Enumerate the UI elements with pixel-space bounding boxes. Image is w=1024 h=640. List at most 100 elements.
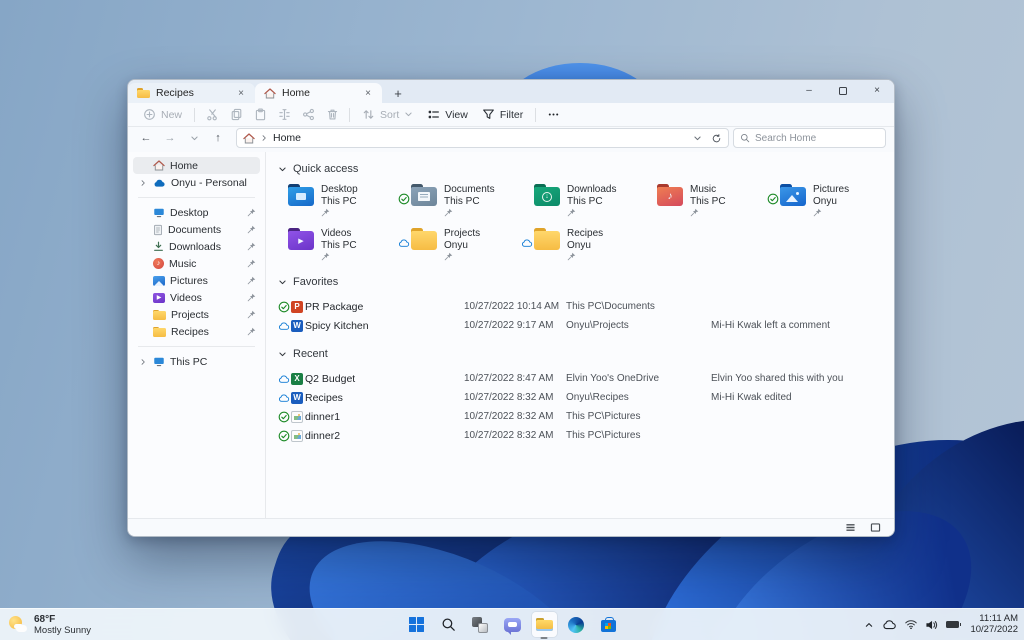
cloud-icon [521,237,533,249]
address-bar[interactable]: Home [236,128,729,148]
chat-button[interactable] [500,612,525,637]
tile-projects[interactable]: Projects Onyu [401,227,524,261]
sidebar-item-videos[interactable]: ▶ Videos [133,289,260,306]
search-box[interactable] [733,128,886,148]
close-button[interactable]: × [860,80,894,101]
volume-icon[interactable] [924,617,939,632]
sidebar-item-documents[interactable]: Documents [133,221,260,238]
rename-button[interactable] [272,105,296,125]
search-button[interactable] [436,612,461,637]
quick-access-header[interactable]: Quick access [278,162,894,176]
forward-button[interactable]: → [160,129,180,147]
sort-button[interactable]: Sort [355,105,420,125]
sidebar-item-onedrive[interactable]: Onyu - Personal [133,174,260,191]
pin-icon [321,208,330,217]
sidebar-item-music[interactable]: ♪ Music [133,255,260,272]
breadcrumb[interactable]: Home [273,132,301,144]
new-button[interactable]: New [136,105,189,125]
tile-downloads[interactable]: ↓ Downloads This PC [524,183,647,217]
view-label: View [445,108,468,121]
sidebar-item-desktop[interactable]: Desktop [133,204,260,221]
sidebar-item-label: Pictures [170,274,208,287]
sidebar-item-label: Videos [170,291,202,304]
file-row-dinner2[interactable]: dinner2 10/27/2022 8:32 AM This PC\Pictu… [278,426,894,445]
desktop: Recipes × Home × + – × New Sort View Fil… [0,0,1024,640]
tile-recipes[interactable]: Recipes Onyu [524,227,647,261]
chevron-down-icon [278,350,287,359]
chevron-down-icon[interactable] [693,134,702,143]
refresh-icon[interactable] [711,133,722,144]
share-button[interactable] [296,105,320,125]
hidden-icons-button[interactable] [861,617,876,632]
tab-home[interactable]: Home × [255,83,382,103]
tile-music[interactable]: ♪ Music This PC [647,183,770,217]
section-title: Quick access [293,163,359,175]
file-row-spicy-kitchen[interactable]: W Spicy Kitchen 10/27/2022 9:17 AM Onyu\… [278,316,894,335]
back-button[interactable]: ← [136,129,156,147]
copy-icon [230,108,243,121]
sidebar-item-downloads[interactable]: Downloads [133,238,260,255]
sidebar-item-label: This PC [170,355,208,368]
view-button[interactable]: View [420,105,475,125]
tab-close-icon[interactable]: × [361,86,375,100]
more-options-button[interactable] [541,105,565,125]
chat-icon [503,617,521,635]
titlebar-drag-area[interactable] [409,80,792,103]
pictures-icon [153,275,165,286]
tab-close-icon[interactable]: × [234,86,248,100]
sidebar-item-home[interactable]: Home [133,157,260,174]
sidebar-item-projects[interactable]: Projects [133,306,260,323]
paste-button[interactable] [248,105,272,125]
tile-documents[interactable]: Documents This PC [401,183,524,217]
recent-header[interactable]: Recent [278,347,894,361]
favorites-header[interactable]: Favorites [278,275,894,289]
copy-button[interactable] [224,105,248,125]
task-view-button[interactable] [468,612,493,637]
tile-desktop[interactable]: Desktop This PC [278,183,401,217]
tile-location: This PC [444,195,480,207]
recent-locations-button[interactable] [184,129,204,147]
file-location: Onyu\Projects [566,320,629,331]
new-tab-button[interactable]: + [387,83,409,103]
sidebar-item-label: Recipes [171,325,209,338]
widgets-button[interactable]: 68°F Mostly Sunny [8,614,91,636]
sidebar-item-this-pc[interactable]: This PC [133,353,260,370]
battery-icon[interactable] [945,617,962,632]
document-icon [153,224,163,236]
delete-button[interactable] [320,105,344,125]
minimize-button[interactable]: – [792,80,826,101]
file-row-q2-budget[interactable]: X Q2 Budget 10/27/2022 8:47 AM Elvin Yoo… [278,369,894,388]
documents-folder-icon [411,184,437,206]
edge-button[interactable] [564,612,589,637]
search-input[interactable] [755,132,879,144]
details-view-button[interactable] [844,522,857,533]
file-explorer-button[interactable] [531,612,557,637]
sidebar-item-label: Projects [171,308,209,321]
maximize-button[interactable] [826,80,860,101]
chevron-down-icon [190,134,199,143]
filter-button[interactable]: Filter [475,105,530,125]
wifi-icon[interactable] [903,617,918,632]
tile-videos[interactable]: ▶ Videos This PC [278,227,401,261]
chevron-right-icon[interactable] [138,358,148,366]
search-icon [740,133,750,143]
chevron-right-icon[interactable] [138,179,148,187]
start-button[interactable] [404,612,429,637]
tab-recipes[interactable]: Recipes × [128,83,255,103]
sidebar-item-pictures[interactable]: Pictures [133,272,260,289]
up-button[interactable]: ↑ [208,129,228,147]
videos-icon: ▶ [153,292,165,303]
clock[interactable]: 11:11 AM 10/27/2022 [970,613,1018,635]
sidebar-item-label: Documents [168,223,222,236]
tile-pictures[interactable]: Pictures Onyu [770,183,893,217]
store-button[interactable] [596,612,621,637]
sidebar-item-recipes[interactable]: Recipes [133,323,260,340]
file-row-pr-package[interactable]: P PR Package 10/27/2022 10:14 AM This PC… [278,297,894,316]
file-date: 10/27/2022 8:32 AM [464,430,554,441]
music-folder-icon: ♪ [657,184,683,206]
cut-button[interactable] [200,105,224,125]
file-row-recipes[interactable]: W Recipes 10/27/2022 8:32 AM Onyu\Recipe… [278,388,894,407]
file-row-dinner1[interactable]: dinner1 10/27/2022 8:32 AM This PC\Pictu… [278,407,894,426]
large-icons-view-button[interactable] [869,522,882,533]
onedrive-tray-icon[interactable] [882,617,897,632]
